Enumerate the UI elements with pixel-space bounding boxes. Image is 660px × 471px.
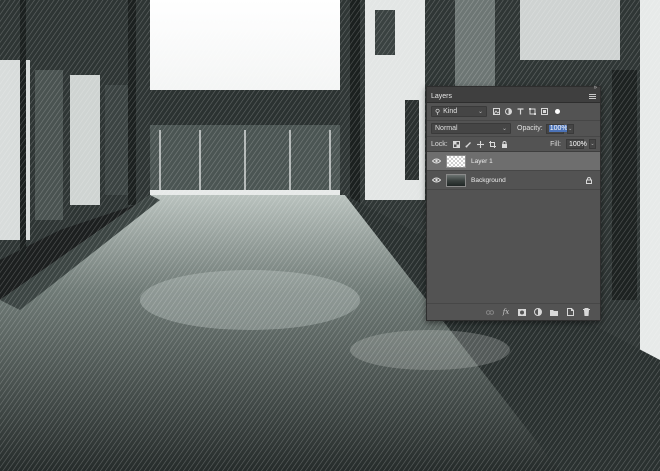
lock-artboard-icon[interactable] [488, 140, 496, 148]
fx-icon[interactable]: fx [502, 308, 510, 316]
layer-name[interactable]: Background [471, 177, 506, 184]
layer-name[interactable]: Layer 1 [471, 158, 493, 165]
panel-menu-icon[interactable] [589, 94, 596, 99]
lock-icon[interactable] [586, 176, 592, 184]
opacity-slider-button[interactable]: ⌄ [566, 123, 574, 134]
collapse-panel-icon[interactable]: » [594, 85, 597, 91]
chevron-down-icon: ⌄ [477, 109, 483, 115]
filter-kind-dropdown[interactable]: ⚲ Kind ⌄ [431, 106, 487, 117]
search-icon: ⚲ [435, 108, 441, 116]
filter-kind-label: Kind [443, 108, 458, 115]
eye-icon[interactable] [431, 158, 441, 165]
mask-icon[interactable] [518, 308, 526, 316]
chevron-down-icon: ⌄ [501, 126, 507, 132]
smart-object-filter-icon[interactable] [541, 108, 548, 115]
fill-input[interactable]: 100% [566, 139, 587, 149]
pixel-filter-icon[interactable] [493, 108, 500, 115]
adjustment-filter-icon[interactable] [505, 108, 512, 115]
lock-all-icon[interactable] [501, 140, 508, 148]
lock-image-pixels-icon[interactable] [465, 141, 472, 148]
blend-mode-value: Normal [435, 125, 458, 132]
layer-list: Layer 1 Background [427, 152, 600, 281]
lock-label: Lock: [431, 140, 448, 148]
layer-thumbnail [446, 154, 466, 168]
opacity-label: Opacity: [517, 125, 543, 132]
blend-opacity-row: Normal ⌄ Opacity: 100% ⌄ [427, 121, 600, 137]
panel-title-bar[interactable]: » [427, 85, 600, 91]
layer-row-layer-1[interactable]: Layer 1 [427, 152, 600, 171]
panel-header: Layers [427, 91, 600, 103]
lock-fill-row: Lock: Fill: 100% ⌄ [427, 137, 600, 152]
fill-slider-button[interactable]: ⌄ [589, 139, 596, 149]
filter-toggle-icon[interactable] [555, 109, 560, 114]
opacity-input[interactable]: 100% [545, 123, 569, 134]
fill-value: 100% [569, 140, 587, 148]
new-layer-icon[interactable] [566, 308, 574, 316]
folder-icon[interactable] [550, 308, 558, 316]
adjustment-icon[interactable] [534, 308, 542, 316]
layer-row-background[interactable]: Background [427, 171, 600, 190]
shape-filter-icon[interactable] [529, 108, 536, 115]
lock-transparent-pixels-icon[interactable] [452, 140, 460, 148]
layer-filter-row: ⚲ Kind ⌄ [427, 103, 600, 121]
layers-panel: » Layers ⚲ Kind ⌄ Normal ⌄ Opacity: 100%… [426, 85, 601, 321]
eye-icon[interactable] [431, 177, 441, 184]
trash-icon[interactable] [582, 308, 590, 316]
opacity-value: 100% [548, 125, 569, 132]
lock-position-icon[interactable] [476, 140, 484, 148]
link-icon[interactable] [486, 308, 494, 316]
panel-footer: fx [427, 303, 600, 320]
fill-label: Fill: [550, 140, 561, 148]
type-filter-icon[interactable] [517, 108, 524, 115]
tab-layers[interactable]: Layers [431, 93, 452, 100]
blend-mode-dropdown[interactable]: Normal ⌄ [431, 123, 511, 134]
layer-thumbnail [446, 173, 466, 187]
